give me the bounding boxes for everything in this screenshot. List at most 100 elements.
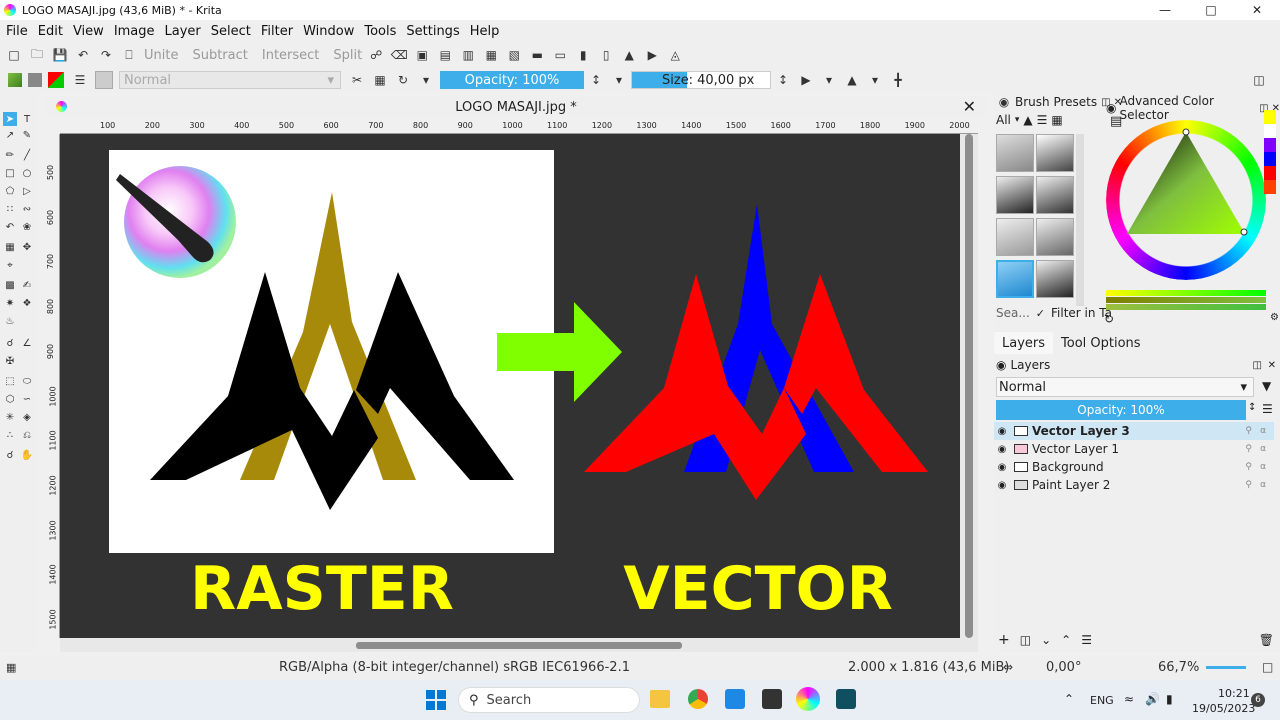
brush-preset-selected[interactable] bbox=[996, 260, 1034, 298]
polygon-select-icon[interactable]: ⬡ bbox=[3, 392, 17, 406]
pattern-swatch[interactable] bbox=[28, 73, 42, 87]
settings-icon[interactable]: ⚙ bbox=[1270, 312, 1279, 323]
grid-view-icon[interactable]: ▦ bbox=[1051, 113, 1062, 127]
chevron-down-icon[interactable]: ▾ bbox=[821, 72, 837, 88]
layer-opacity-slider[interactable]: Opacity: 100% bbox=[996, 400, 1246, 420]
bookmark-icon[interactable]: ▲ bbox=[1023, 113, 1032, 127]
alpha-icon[interactable]: α bbox=[1260, 444, 1266, 454]
gradient-tool-icon[interactable]: ▩ bbox=[3, 278, 17, 292]
add-layer-icon[interactable]: + bbox=[998, 632, 1010, 648]
align-left-icon[interactable]: ▯ bbox=[598, 47, 614, 63]
align-bottom-icon[interactable]: ▮ bbox=[575, 47, 591, 63]
recent-colors[interactable] bbox=[1264, 110, 1276, 200]
layer-row[interactable]: ◉ Paint Layer 2 ⚲ α bbox=[994, 476, 1274, 494]
menu-settings[interactable]: Settings bbox=[406, 24, 459, 39]
eye-icon[interactable]: ◉ bbox=[994, 426, 1010, 437]
brush-preset[interactable] bbox=[1036, 134, 1074, 172]
edit-shapes-icon[interactable]: ↗ bbox=[3, 128, 17, 142]
taskbar-search[interactable]: ⚲ Search bbox=[458, 687, 640, 713]
brush-preset[interactable] bbox=[996, 134, 1034, 172]
mirror-vertical-icon[interactable]: ▲ bbox=[844, 72, 860, 88]
stepper-icon[interactable]: ↕ bbox=[775, 72, 791, 88]
brush-preset[interactable] bbox=[996, 176, 1034, 214]
blend-mode-select[interactable]: Normal ▾ bbox=[119, 71, 341, 89]
subtract-button[interactable]: Subtract bbox=[192, 48, 247, 63]
lock-icon[interactable]: ⚲ bbox=[1245, 444, 1252, 454]
chevron-down-icon[interactable]: ▾ bbox=[611, 72, 627, 88]
layer-properties-icon[interactable]: ☰ bbox=[1081, 633, 1092, 647]
open-folder-icon[interactable]: 🗀 bbox=[29, 47, 45, 63]
menu-edit[interactable]: Edit bbox=[38, 24, 63, 39]
magnetic-select-icon[interactable]: ⎌ bbox=[20, 428, 34, 442]
menu-select[interactable]: Select bbox=[211, 24, 251, 39]
smart-patch-icon[interactable]: ✷ bbox=[3, 296, 17, 310]
chevron-down-icon[interactable]: ▾ bbox=[867, 72, 883, 88]
brush-search-input[interactable]: Sea... bbox=[996, 306, 1030, 320]
eye-icon[interactable]: ◉ bbox=[994, 462, 1010, 473]
layer-row[interactable]: ◉ Vector Layer 3 ⚲ α bbox=[994, 422, 1274, 440]
measure-tool-icon[interactable]: ∠ bbox=[20, 336, 34, 350]
close-icon[interactable]: ✕ bbox=[1234, 0, 1280, 20]
save-icon[interactable]: 💾 bbox=[52, 47, 68, 63]
layer-name[interactable]: Background bbox=[1032, 460, 1104, 474]
brush-settings-icon[interactable]: ☰ bbox=[72, 72, 88, 88]
clock-date[interactable]: 19/05/2023 bbox=[1192, 702, 1255, 715]
menu-image[interactable]: Image bbox=[114, 24, 155, 39]
app-icon[interactable] bbox=[725, 689, 745, 709]
dynamic-brush-icon[interactable]: ↶ bbox=[3, 220, 17, 234]
menu-file[interactable]: File bbox=[6, 24, 28, 39]
flip-vertical-icon[interactable]: ▶ bbox=[644, 47, 660, 63]
colorize-mask-icon[interactable]: ❖ bbox=[20, 296, 34, 310]
notification-badge[interactable]: 6 bbox=[1251, 693, 1265, 707]
menu-window[interactable]: Window bbox=[303, 24, 354, 39]
battery-icon[interactable]: ▮ bbox=[1166, 692, 1173, 706]
filter-all-select[interactable]: All bbox=[996, 113, 1011, 127]
rectangle-tool-icon[interactable]: □ bbox=[3, 166, 17, 180]
brush-preset[interactable] bbox=[996, 218, 1034, 256]
lower-icon[interactable]: ▦ bbox=[483, 47, 499, 63]
assistant-tool-icon[interactable]: ☌ bbox=[3, 336, 17, 350]
brush-preset[interactable] bbox=[1036, 218, 1074, 256]
alpha-icon[interactable]: α bbox=[1260, 426, 1266, 436]
duplicate-layer-icon[interactable]: ◫ bbox=[1020, 633, 1031, 647]
close-document-icon[interactable]: ✕ bbox=[963, 97, 976, 116]
link-icon[interactable]: ☍ bbox=[368, 47, 384, 63]
align-vcenter-icon[interactable]: ▭ bbox=[552, 47, 568, 63]
brush-preset[interactable] bbox=[1036, 260, 1074, 298]
layer-name[interactable]: Vector Layer 1 bbox=[1032, 442, 1119, 456]
layer-row[interactable]: ◉ Vector Layer 1 ⚲ α bbox=[994, 440, 1274, 458]
checkmark-icon[interactable]: ✓ bbox=[1036, 307, 1045, 320]
unite-button[interactable]: Unite bbox=[144, 48, 178, 63]
vertical-ruler[interactable]: 500 600 700 800 900 1000 1100 1200 1300 1400 1500 bbox=[46, 134, 60, 638]
vertical-scrollbar[interactable] bbox=[960, 134, 978, 638]
freehand-path-icon[interactable]: ∾ bbox=[20, 202, 34, 216]
brush-preview-icon[interactable] bbox=[95, 71, 113, 89]
color-picker-icon[interactable]: ✍ bbox=[20, 278, 34, 292]
document-tab[interactable]: LOGO MASAJI.jpg * ✕ bbox=[46, 96, 986, 118]
bezier-select-icon[interactable]: ∴ bbox=[3, 428, 17, 442]
reference-tool-icon[interactable]: ✠ bbox=[3, 354, 17, 368]
stepper-icon[interactable]: ↕ bbox=[588, 72, 604, 88]
menu-layer[interactable]: Layer bbox=[165, 24, 201, 39]
gradient-swatch[interactable] bbox=[8, 73, 22, 87]
eye-icon[interactable]: ◉ bbox=[994, 444, 1010, 455]
move-tool-icon[interactable]: ✥ bbox=[20, 240, 34, 254]
flip-horizontal-icon[interactable]: ▲ bbox=[621, 47, 637, 63]
list-view-icon[interactable]: ☰ bbox=[1037, 113, 1048, 127]
alpha-icon[interactable]: α bbox=[1260, 480, 1266, 490]
ellipse-tool-icon[interactable]: ○ bbox=[20, 166, 34, 180]
reload-icon[interactable]: ↻ bbox=[395, 72, 411, 88]
bring-front-icon[interactable]: ▧ bbox=[506, 47, 522, 63]
menu-tools[interactable]: Tools bbox=[364, 24, 396, 39]
polyline-tool-icon[interactable]: ▷ bbox=[20, 184, 34, 198]
filter-tag-label[interactable]: Filter in Ta bbox=[1051, 306, 1112, 320]
contiguous-select-icon[interactable]: ✳ bbox=[3, 410, 17, 424]
similar-select-icon[interactable]: ◈ bbox=[20, 410, 34, 424]
brush-scrollbar[interactable] bbox=[1076, 134, 1084, 306]
horizontal-ruler[interactable]: 100 200 300 400 500 600 700 800 900 1000 1100 1200 1… bbox=[60, 118, 978, 134]
selection-icon[interactable]: ▦ bbox=[6, 661, 16, 674]
color-wheel[interactable] bbox=[1104, 118, 1268, 282]
layer-blend-mode-select[interactable]: Normal ▾ bbox=[996, 377, 1254, 397]
undo-icon[interactable]: ↶ bbox=[75, 47, 91, 63]
canvas[interactable]: RASTER VECTOR bbox=[60, 134, 960, 638]
